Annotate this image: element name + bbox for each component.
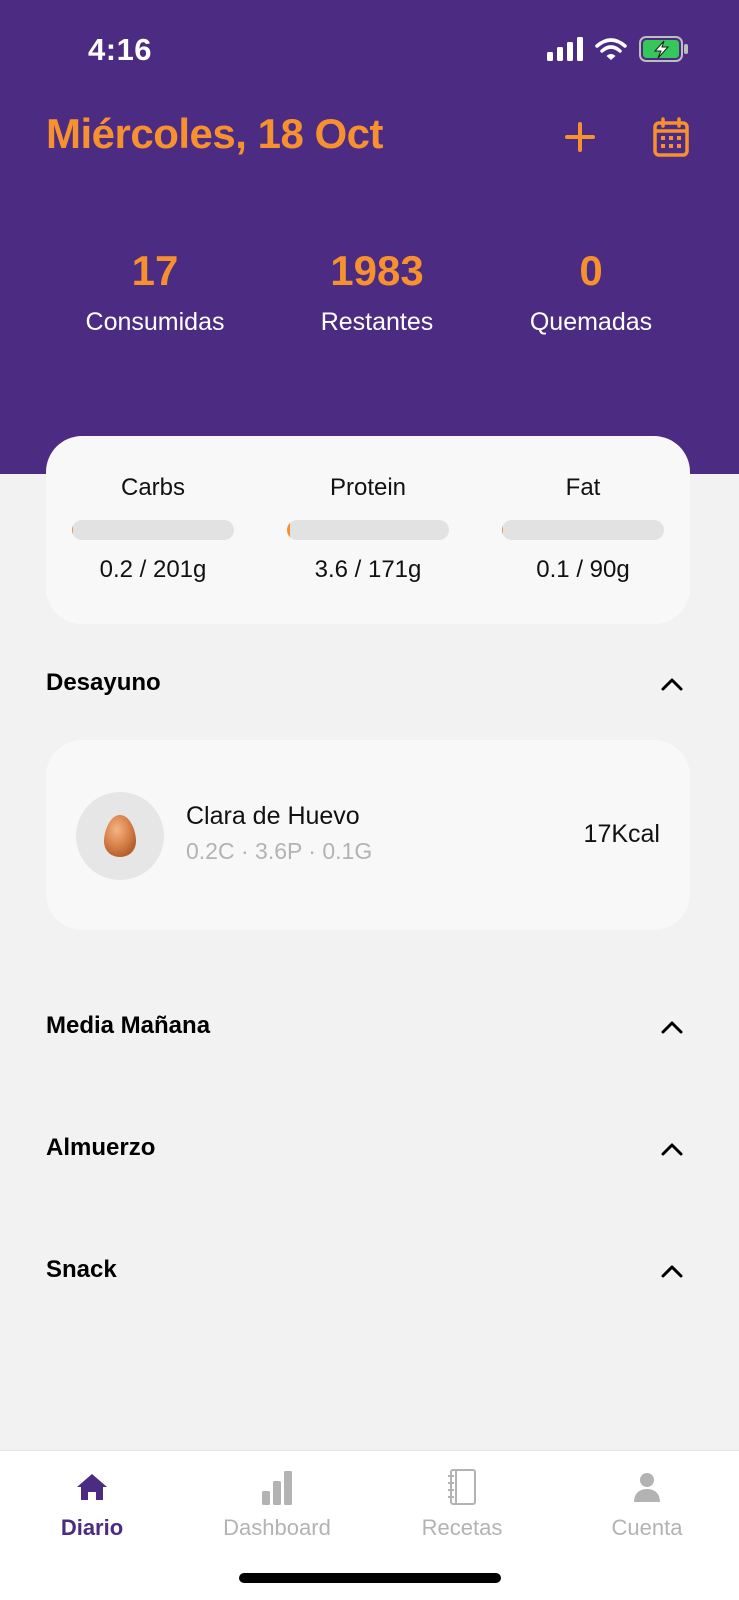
plus-icon bbox=[565, 122, 595, 152]
stat-value: 0 bbox=[579, 247, 603, 294]
stat-value: 1983 bbox=[330, 247, 424, 294]
date-title[interactable]: Miércoles, 18 Oct bbox=[46, 110, 384, 158]
calendar-button[interactable] bbox=[646, 112, 696, 162]
tab-label: Dashboard bbox=[223, 1515, 331, 1540]
status-bar: 4:16 bbox=[0, 28, 739, 72]
macro-fat: Fat 0.1 / 90g bbox=[502, 474, 664, 584]
macro-carbs: Carbs 0.2 / 201g bbox=[72, 474, 234, 584]
stat-quemadas: 0 Quemadas bbox=[481, 244, 701, 337]
header: 4:16 Miércoles, 18 Oct 17 Consumidas 198… bbox=[0, 0, 739, 474]
home-indicator[interactable] bbox=[239, 1573, 501, 1583]
macro-progress-fill bbox=[287, 520, 291, 540]
tab-label: Recetas bbox=[421, 1515, 503, 1540]
macro-name: Fat bbox=[565, 474, 601, 501]
cellular-signal-icon bbox=[547, 37, 583, 66]
person-icon bbox=[567, 1467, 727, 1507]
food-item-card[interactable]: Clara de Huevo 0.2C · 3.6P · 0.1G 17Kcal bbox=[46, 740, 690, 930]
wifi-icon bbox=[595, 37, 627, 66]
stat-consumidas: 17 Consumidas bbox=[45, 244, 265, 337]
meal-section-snack[interactable]: Snack bbox=[46, 1250, 690, 1290]
meal-section-media-manana[interactable]: Media Mañana bbox=[46, 1006, 690, 1046]
tab-recetas[interactable]: Recetas bbox=[382, 1467, 542, 1541]
chevron-up-icon[interactable] bbox=[654, 671, 690, 697]
food-kcal: 17Kcal bbox=[583, 820, 660, 848]
tab-label: Cuenta bbox=[611, 1515, 683, 1540]
food-name: Clara de Huevo bbox=[186, 802, 360, 830]
status-icons bbox=[547, 36, 689, 67]
macro-progress-bar bbox=[287, 520, 449, 540]
chevron-up-icon[interactable] bbox=[654, 1136, 690, 1162]
tab-dashboard[interactable]: Dashboard bbox=[197, 1467, 357, 1541]
stat-label: Quemadas bbox=[529, 308, 653, 336]
meal-section-almuerzo[interactable]: Almuerzo bbox=[46, 1128, 690, 1168]
food-macros: 0.2C · 3.6P · 0.1G bbox=[186, 838, 373, 864]
stat-label: Restantes bbox=[320, 308, 434, 336]
bar-chart-icon bbox=[197, 1467, 357, 1507]
meal-section-title: Almuerzo bbox=[46, 1134, 156, 1161]
macro-value: 0.2 / 201g bbox=[99, 556, 207, 583]
meal-section-title: Media Mañana bbox=[46, 1012, 211, 1039]
macro-value: 0.1 / 90g bbox=[536, 556, 630, 583]
meal-section-title: Snack bbox=[46, 1256, 117, 1283]
status-time: 4:16 bbox=[88, 32, 153, 67]
macro-protein: Protein 3.6 / 171g bbox=[287, 474, 449, 584]
chevron-up-icon[interactable] bbox=[654, 1258, 690, 1284]
tab-diario[interactable]: Diario bbox=[12, 1467, 172, 1541]
macro-name: Protein bbox=[329, 474, 407, 501]
macro-value: 3.6 / 171g bbox=[314, 556, 422, 583]
stat-restantes: 1983 Restantes bbox=[267, 244, 487, 337]
calendar-icon bbox=[653, 117, 689, 157]
chevron-up-icon[interactable] bbox=[654, 1014, 690, 1040]
tab-label: Diario bbox=[60, 1515, 124, 1540]
home-icon bbox=[12, 1467, 172, 1507]
add-button[interactable] bbox=[555, 112, 605, 162]
egg-icon bbox=[104, 815, 136, 857]
macro-progress-bar bbox=[502, 520, 664, 540]
battery-charging-icon bbox=[639, 36, 689, 67]
macros-card: Carbs 0.2 / 201g Protein 3.6 / 171g Fat … bbox=[46, 436, 690, 624]
tab-cuenta[interactable]: Cuenta bbox=[567, 1467, 727, 1541]
macro-progress-bar bbox=[72, 520, 234, 540]
meal-section-desayuno[interactable]: Desayuno bbox=[46, 663, 690, 703]
meal-section-title: Desayuno bbox=[46, 669, 161, 696]
stat-label: Consumidas bbox=[85, 308, 225, 336]
stat-value: 17 bbox=[131, 247, 179, 294]
macro-name: Carbs bbox=[120, 474, 186, 501]
food-thumbnail bbox=[76, 792, 164, 880]
notebook-icon bbox=[382, 1467, 542, 1507]
